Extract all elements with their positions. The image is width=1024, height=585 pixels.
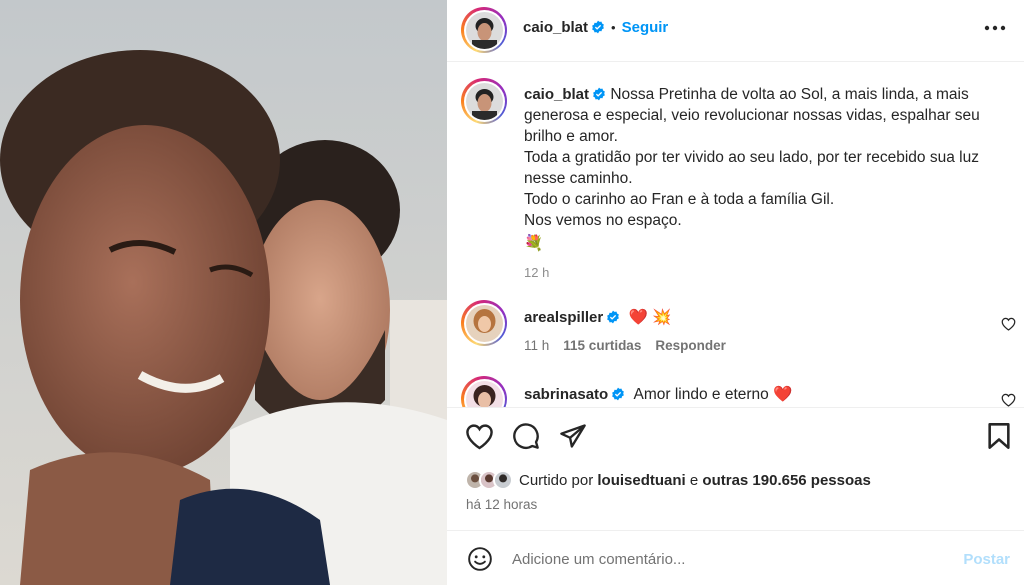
comment-like-heart-icon[interactable] [1001, 393, 1016, 407]
verified-badge-icon [612, 387, 625, 401]
separator-dot: • [611, 20, 616, 35]
bookmark-icon[interactable] [987, 422, 1011, 450]
post-comment-button[interactable]: Postar [963, 551, 1010, 568]
liker-avatar [493, 470, 513, 490]
caption-line: Nos vemos no espaço. [524, 212, 682, 229]
comment-item: arealspiller ❤️ 💥 11 h 115 curtidas Respon… [447, 298, 1024, 358]
post-actions [447, 418, 1024, 458]
likes-text: Curtido por louisedtuani e outras 190.65… [519, 472, 871, 489]
reply-button[interactable]: Responder [655, 338, 726, 353]
likes-prefix: Curtido por [519, 471, 594, 489]
post-image [0, 0, 447, 585]
divider [447, 530, 1024, 531]
caption-username[interactable]: caio_blat [524, 86, 589, 103]
send-icon[interactable] [559, 422, 587, 450]
likes-joiner: e [689, 471, 699, 489]
heart-icon[interactable] [465, 423, 494, 450]
verified-badge-icon [592, 20, 604, 34]
follow-button[interactable]: Seguir [622, 19, 669, 36]
post-details-panel: caio_blat • Seguir caio_blat Nossa Pretinh… [447, 0, 1024, 585]
comment-like-heart-icon[interactable] [1001, 317, 1016, 331]
commenter-avatar[interactable] [461, 376, 507, 407]
commenter-username[interactable]: sabrinasato [524, 386, 608, 403]
more-horizontal-icon[interactable] [982, 18, 1008, 38]
comment-item: sabrinasato Amor lindo e eterno ❤️ [447, 376, 1024, 407]
comment-icon[interactable] [512, 422, 540, 450]
emoji-icon[interactable] [467, 546, 493, 572]
comment-likes[interactable]: 115 curtidas [563, 338, 641, 353]
comment-text: ❤️ 💥 [628, 309, 672, 326]
post-caption: caio_blat Nossa Pretinha de volta ao Sol… [524, 84, 1004, 283]
caption-emoji: 💐 [524, 235, 544, 252]
divider [447, 407, 1024, 408]
verified-badge-icon [593, 87, 605, 101]
author-username[interactable]: caio_blat [523, 19, 588, 36]
add-comment-bar: Adicione um comentário... Postar [447, 532, 1024, 585]
likes-others[interactable]: outras 190.656 pessoas [702, 472, 870, 489]
caption-author-avatar[interactable] [461, 78, 507, 124]
caption-line: Todo o carinho ao Fran e à toda a famíli… [524, 191, 835, 208]
commenter-avatar[interactable] [461, 300, 507, 346]
comment-input[interactable]: Adicione um comentário... [512, 551, 685, 568]
comment-text: Amor lindo e eterno ❤️ [633, 386, 793, 403]
caption-time[interactable]: 12 h [524, 262, 1004, 283]
post-header: caio_blat • Seguir [447, 0, 1024, 62]
comment-time[interactable]: 11 h [524, 338, 549, 353]
likes-summary[interactable]: Curtido por louisedtuani e outras 190.65… [465, 468, 871, 492]
verified-badge-icon [607, 310, 620, 324]
comments-scroll-area[interactable]: caio_blat Nossa Pretinha de volta ao Sol… [447, 62, 1024, 407]
author-avatar[interactable] [461, 7, 507, 53]
commenter-username[interactable]: arealspiller [524, 309, 603, 326]
post-timestamp[interactable]: há 12 horas [466, 497, 537, 512]
post-photo[interactable] [0, 0, 447, 585]
likes-user[interactable]: louisedtuani [597, 472, 685, 489]
caption-line: Toda a gratidão por ter vivido ao seu la… [524, 149, 979, 187]
